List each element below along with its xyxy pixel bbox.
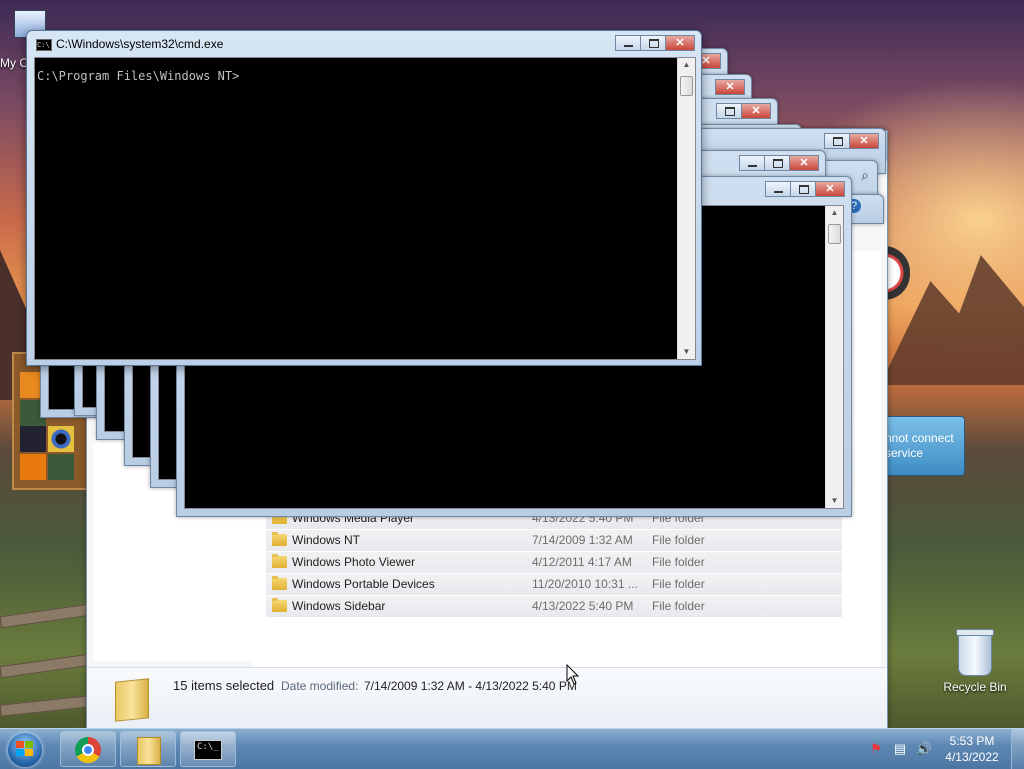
window-controls: ✕ [765,181,845,199]
file-type: File folder [652,533,705,547]
chrome-icon [75,737,101,763]
minimize-icon[interactable] [739,155,765,171]
vertical-scrollbar[interactable]: ▲ ▼ [825,206,843,508]
file-name: Windows Portable Devices [292,577,435,591]
close-icon[interactable]: ✕ [815,181,845,197]
cmd-window-active[interactable]: C:\ C:\Windows\system32\cmd.exe ✕ C:\Pro… [26,30,702,366]
close-icon[interactable]: ✕ [741,103,771,119]
window-controls: ✕ [615,35,695,53]
file-type: File folder [652,577,705,591]
window-controls: ✕ [716,103,771,121]
window-controls: ✕ [824,133,879,151]
scroll-down-icon[interactable]: ▼ [826,494,843,508]
date-modified-value: 7/14/2009 1:32 AM - 4/13/2022 5:40 PM [364,679,577,693]
file-row[interactable]: Windows Sidebar 4/13/2022 5:40 PM File f… [266,596,842,618]
network-icon[interactable]: ▤ [892,741,908,757]
folder-icon [272,532,287,546]
file-name: Windows Sidebar [292,599,386,613]
window-controls: ✕ [739,155,819,173]
cmd-icon: C:\_ [194,740,222,760]
file-date: 7/14/2009 1:32 AM [532,533,633,547]
start-button[interactable] [4,731,48,767]
details-pane: 15 items selected Date modified: 7/14/20… [87,667,887,730]
close-icon[interactable]: ✕ [715,79,745,95]
vertical-scrollbar[interactable]: ▲ ▼ [677,58,695,359]
clock-date: 4/13/2022 [945,750,999,764]
folder-icon [115,678,149,722]
scroll-thumb[interactable] [828,224,841,244]
scroll-up-icon[interactable]: ▲ [678,58,695,72]
maximize-icon[interactable] [790,181,816,197]
folder-icon [272,554,287,568]
file-date: 11/20/2010 10:31 ... [532,577,638,591]
file-date: 4/13/2022 5:40 PM [532,599,634,613]
taskbar-explorer-button[interactable] [120,731,176,767]
close-icon[interactable]: ✕ [789,155,819,171]
desktop-icon-recycle-bin[interactable]: Recycle Bin [940,629,1010,694]
minimize-icon[interactable] [765,181,791,197]
wallpaper-fence [0,600,91,728]
folder-icon [137,737,161,765]
close-icon[interactable]: ✕ [849,133,879,149]
mouse-cursor-icon [566,664,580,685]
file-row[interactable]: Windows NT 7/14/2009 1:32 AM File folder [266,530,842,552]
console-area[interactable]: C:\Program Files\Windows NT> ▲ ▼ [34,57,696,360]
maximize-icon[interactable] [764,155,790,171]
selection-count: 15 items selected [173,678,275,693]
scroll-up-icon[interactable]: ▲ [826,206,843,220]
clock[interactable]: 5:53 PM 4/13/2022 [942,733,1002,765]
folder-icon [272,598,287,612]
clock-time: 5:53 PM [949,734,995,748]
action-center-icon[interactable]: ⚑ [868,741,884,757]
file-row[interactable]: Windows Portable Devices 11/20/2010 10:3… [266,574,842,596]
command-prompt: C:\Program Files\Windows NT> [37,69,240,83]
cmd-app-icon[interactable]: C:\ [36,39,52,51]
window-controls: ✕ [715,79,745,97]
notification-line-1: nnot connect [885,431,954,445]
date-modified-label: Date modified: [281,679,359,693]
scroll-thumb[interactable] [680,76,693,96]
taskbar: C:\_ ⚑ ▤ 🔊 5:53 PM 4/13/2022 [0,728,1024,769]
system-tray: ⚑ ▤ 🔊 5:53 PM 4/13/2022 [862,729,1024,769]
file-date: 4/12/2011 4:17 AM [532,555,632,569]
minimize-icon[interactable] [615,35,641,51]
maximize-icon[interactable] [716,103,742,119]
recycle-bin-icon [956,629,994,676]
maximize-icon[interactable] [824,133,850,149]
file-row[interactable]: Windows Photo Viewer 4/12/2011 4:17 AM F… [266,552,842,574]
file-type: File folder [652,555,705,569]
close-icon[interactable]: ✕ [665,35,695,51]
folder-icon [272,576,287,590]
cmd-title-bar[interactable]: C:\ C:\Windows\system32\cmd.exe ✕ [27,31,701,57]
windows-flag-icon [16,741,34,757]
file-name: Windows NT [292,533,361,547]
file-name: Windows Photo Viewer [292,555,416,569]
window-title: C:\Windows\system32\cmd.exe [56,37,224,51]
notification-line-2: service [885,446,924,460]
scroll-down-icon[interactable]: ▼ [678,345,695,359]
file-list[interactable]: Windows Media Player 4/13/2022 5:40 PM F… [266,508,842,618]
taskbar-chrome-button[interactable] [60,731,116,767]
maximize-icon[interactable] [640,35,666,51]
desktop-icon-label: Recycle Bin [943,680,1007,694]
file-type: File folder [652,599,705,613]
show-desktop-button[interactable] [1011,729,1024,769]
taskbar-cmd-button[interactable]: C:\_ [180,731,236,767]
search-icon[interactable]: ⌕ [855,167,875,187]
volume-icon[interactable]: 🔊 [916,741,932,757]
